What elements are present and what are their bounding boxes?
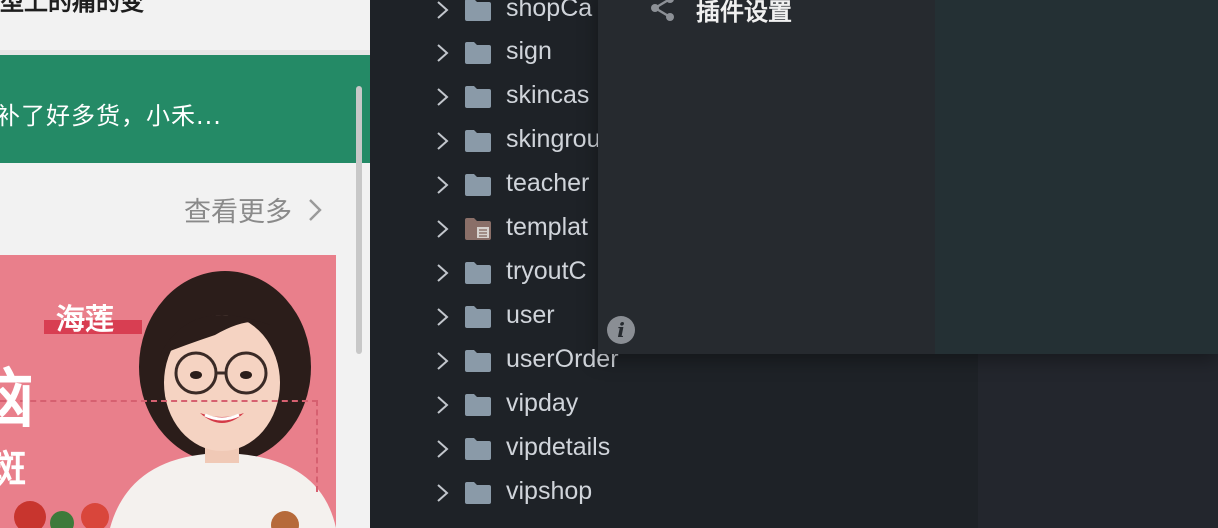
screen: 型上的痛的变 补了好多货，小禾... 查看更多 海莲 恼 斑 shopCa si… [0, 0, 1218, 528]
poster-subheadline: 斑 [0, 447, 27, 491]
folder-icon [465, 350, 491, 372]
tree-item-label: skincas [506, 81, 590, 109]
preview-scrollbar[interactable] [356, 86, 362, 354]
tree-item-label: sign [506, 37, 552, 65]
chevron-right-icon[interactable] [432, 219, 452, 239]
folder-icon [465, 306, 491, 328]
chevron-right-icon[interactable] [432, 351, 452, 371]
chevron-right-icon[interactable] [432, 263, 452, 283]
chevron-right-icon[interactable] [432, 0, 452, 20]
folder-icon [465, 438, 491, 460]
poster-headline: 恼 [0, 363, 34, 437]
folder-icon [465, 262, 491, 284]
folder-icon [465, 0, 491, 21]
mobile-preview: 型上的痛的变 补了好多货，小禾... 查看更多 海莲 恼 斑 [0, 0, 370, 528]
tree-item-label: user [506, 301, 555, 329]
chevron-right-icon[interactable] [432, 483, 452, 503]
folder-icon [465, 42, 491, 64]
chevron-right-icon[interactable] [432, 307, 452, 327]
tree-item-label: skingrou [506, 125, 601, 153]
tree-item-label: vipshop [506, 477, 593, 505]
chevron-right-icon[interactable] [432, 43, 452, 63]
chevron-right-icon[interactable] [432, 175, 452, 195]
tree-item-label: tryoutC [506, 257, 587, 285]
tree-item[interactable]: vipday [370, 383, 970, 427]
chevron-right-icon[interactable] [432, 131, 452, 151]
tree-item-label: teacher [506, 169, 590, 197]
popup-side-pane [935, 0, 1218, 354]
tree-item-label: templat [506, 213, 588, 241]
poster-teacher-name: 海莲 [56, 302, 115, 336]
tree-item[interactable]: vipdetails [370, 427, 970, 471]
folder-icon [465, 482, 491, 504]
poster-frame-decoration [0, 400, 318, 492]
folder-icon [465, 394, 491, 416]
chevron-right-icon [309, 198, 322, 221]
tree-item-label: vipdetails [506, 433, 611, 461]
share-icon[interactable] [648, 0, 678, 22]
folder-icon [465, 174, 491, 196]
folder-icon [465, 130, 491, 152]
preview-top-text: 型上的痛的变 [0, 0, 144, 16]
template-folder-icon [465, 218, 491, 240]
chevron-right-icon[interactable] [432, 395, 452, 415]
see-more-label: 查看更多 [184, 197, 292, 228]
notice-banner-text: 补了好多货，小禾... [0, 102, 222, 130]
see-more-link[interactable]: 查看更多 [184, 190, 322, 229]
plugin-settings-title[interactable]: 插件设置 [696, 0, 792, 27]
chevron-right-icon[interactable] [432, 439, 452, 459]
chevron-right-icon[interactable] [432, 87, 452, 107]
info-icon[interactable]: i [607, 316, 635, 344]
tree-item-label: vipday [506, 389, 579, 417]
tree-item[interactable]: vipshop [370, 471, 970, 515]
folder-icon [465, 86, 491, 108]
tree-item-label: shopCa [506, 0, 593, 22]
